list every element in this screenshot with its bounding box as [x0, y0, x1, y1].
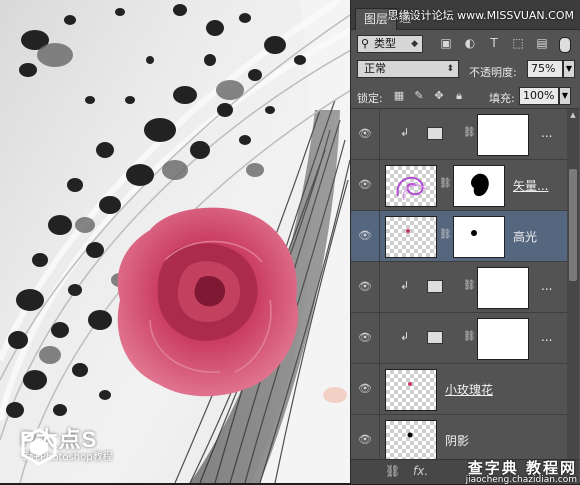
dot-thumbnail-art — [406, 229, 410, 233]
layer-thumbnail[interactable] — [385, 165, 437, 207]
brand-logo: P大点S 专注Photoshop教程 — [20, 428, 113, 466]
swirl-thumbnail-art — [396, 176, 427, 201]
layer-row-adjustment-2[interactable]: 👁︎ ↲ ⛓ ... — [351, 262, 567, 313]
layer-row-highlight[interactable]: 👁︎ ⛓ 高光 — [351, 211, 567, 262]
ink-blob-thumbnail-art — [471, 173, 489, 197]
watermark-url: jiaocheng.chazidian.com — [465, 475, 577, 485]
levels-adjustment-icon — [427, 127, 443, 140]
layer-thumbnail[interactable] — [385, 420, 437, 459]
adjustment-filter-icon[interactable]: ◐ — [463, 36, 477, 50]
layer-thumbnail[interactable] — [385, 216, 437, 258]
layer-name: 小玫瑰花 — [445, 383, 494, 397]
visibility-eye-icon[interactable]: 👁︎ — [358, 382, 372, 396]
visibility-eye-icon[interactable]: 👁︎ — [358, 178, 372, 192]
layers-scrollbar[interactable]: ▲ — [567, 109, 579, 459]
layer-row-adjustment-1[interactable]: 👁︎ ↲ ⛓ ... — [351, 109, 567, 160]
divider — [379, 109, 380, 159]
chevron-updown-icon: ⬍ — [446, 64, 454, 74]
layer-name: 矢量... — [513, 179, 549, 193]
chevron-down-icon: ◆ — [411, 39, 418, 49]
link-icon[interactable]: ⛓ — [385, 464, 400, 478]
layer-thumbnail[interactable] — [385, 369, 437, 411]
panel-tab-bar: 图层 通 思缘设计论坛 www.MISSVUAN.COM — [351, 0, 580, 30]
layer-mask-thumbnail[interactable] — [453, 216, 505, 258]
mask-link-icon[interactable]: ⛓ — [463, 331, 476, 342]
opacity-label: 不透明度: — [469, 66, 517, 79]
layer-row-small-rose[interactable]: 👁︎ 小玫瑰花 — [351, 364, 567, 415]
site-watermark: 思缘设计论坛 www.MISSVUAN.COM — [387, 9, 574, 22]
artwork-canvas[interactable]: P大点S 专注Photoshop教程 — [0, 0, 351, 483]
mask-link-icon[interactable]: ⛓ — [463, 127, 476, 138]
image-filter-icon[interactable]: ▣ — [439, 36, 453, 50]
lock-row: 锁定: ▦ ✎ ✥ 🔒︎ 填充: 100% ▼ — [351, 84, 579, 109]
divider — [379, 262, 380, 312]
lock-label: 锁定: — [357, 92, 383, 105]
artwork-illustration — [0, 0, 351, 483]
clipping-arrow-icon: ↲ — [400, 330, 410, 343]
mask-link-icon[interactable]: ⛓ — [463, 280, 476, 291]
blend-mode-dropdown[interactable]: 正常 ⬍ — [357, 60, 459, 78]
layer-mask-thumbnail[interactable] — [477, 267, 529, 309]
shape-filter-icon[interactable]: ⬚ — [511, 36, 525, 50]
opacity-dropdown-arrow-icon[interactable]: ▼ — [563, 60, 575, 78]
layer-name: 高光 — [513, 230, 538, 244]
scroll-up-arrow-icon[interactable]: ▲ — [567, 109, 579, 121]
layer-mask-thumbnail[interactable] — [477, 318, 529, 360]
lock-image-pixels-icon[interactable]: ✎ — [413, 90, 425, 102]
layer-name: ... — [541, 330, 553, 344]
layers-panel: 图层 通 思缘设计论坛 www.MISSVUAN.COM ⚲ 类型 ◆ ▣ ◐ … — [350, 0, 580, 485]
visibility-eye-icon[interactable]: 👁︎ — [358, 433, 372, 447]
divider — [379, 160, 380, 210]
layers-list: 👁︎ ↲ ⛓ ... 👁︎ ⛓ 矢量... 👁︎ ⛓ 高光 👁︎ ↲ ⛓ ...… — [351, 109, 567, 459]
curves-adjustment-icon — [427, 331, 443, 344]
divider — [379, 313, 380, 363]
blend-mode-value: 正常 — [364, 62, 386, 75]
divider — [379, 364, 380, 414]
logo-mark-icon — [21, 428, 57, 466]
lock-position-icon[interactable]: ✥ — [433, 90, 445, 102]
levels-adjustment-icon — [427, 280, 443, 293]
shadow-dot-thumbnail-art — [407, 432, 413, 438]
text-filter-icon[interactable]: T — [487, 36, 501, 50]
divider — [379, 211, 380, 261]
layer-filter-row: ⚲ 类型 ◆ ▣ ◐ T ⬚ ▤ — [351, 32, 579, 56]
fill-input[interactable]: 100% — [519, 87, 559, 105]
layer-row-curves[interactable]: 👁︎ ↲ ⛓ ... — [351, 313, 567, 364]
visibility-eye-icon[interactable]: 👁︎ — [358, 127, 372, 141]
layer-row-vector[interactable]: 👁︎ ⛓ 矢量... — [351, 160, 567, 211]
rose-dot-thumbnail-art — [408, 382, 412, 386]
layer-name: ... — [541, 279, 553, 293]
panel-bottom-bar: ⛓ fx. 查字典 教程网 jiaocheng.chazidian.com — [351, 459, 579, 485]
visibility-eye-icon[interactable]: 👁︎ — [358, 280, 372, 294]
mask-link-icon[interactable]: ⛓ — [439, 178, 452, 189]
clipping-arrow-icon: ↲ — [400, 126, 410, 139]
bottom-watermark: 查字典 教程网 jiaocheng.chazidian.com — [466, 460, 577, 485]
watermark-brand: 查字典 教程网 — [467, 459, 577, 477]
visibility-eye-icon[interactable]: 👁︎ — [358, 331, 372, 345]
blend-row: 正常 ⬍ 不透明度: 75% ▼ — [351, 58, 579, 82]
mask-dot-thumbnail-art — [471, 230, 477, 236]
search-icon: ⚲ — [361, 37, 370, 50]
fx-icon[interactable]: fx. — [413, 464, 428, 478]
lock-all-icon[interactable]: 🔒︎ — [453, 90, 465, 102]
layer-name: 阴影 — [445, 434, 470, 448]
clipping-arrow-icon: ↲ — [400, 279, 410, 292]
lock-transparent-pixels-icon[interactable]: ▦ — [393, 90, 405, 102]
layer-mask-thumbnail[interactable] — [477, 114, 529, 156]
vector-mask-thumbnail[interactable] — [453, 165, 505, 207]
filter-toggle[interactable] — [559, 37, 571, 53]
filter-type-value: 类型 — [374, 37, 396, 50]
smart-object-filter-icon[interactable]: ▤ — [535, 36, 549, 50]
layer-row-shadow[interactable]: 👁︎ 阴影 — [351, 415, 567, 459]
scroll-thumb[interactable] — [569, 169, 577, 281]
opacity-input[interactable]: 75% — [527, 60, 563, 78]
fill-label: 填充: — [489, 92, 515, 105]
divider — [379, 415, 380, 459]
mask-link-icon[interactable]: ⛓ — [439, 229, 452, 240]
layer-name: ... — [541, 126, 553, 140]
filter-type-dropdown[interactable]: ⚲ 类型 ◆ — [357, 35, 423, 53]
fill-dropdown-arrow-icon[interactable]: ▼ — [559, 87, 571, 105]
visibility-eye-icon[interactable]: 👁︎ — [358, 229, 372, 243]
